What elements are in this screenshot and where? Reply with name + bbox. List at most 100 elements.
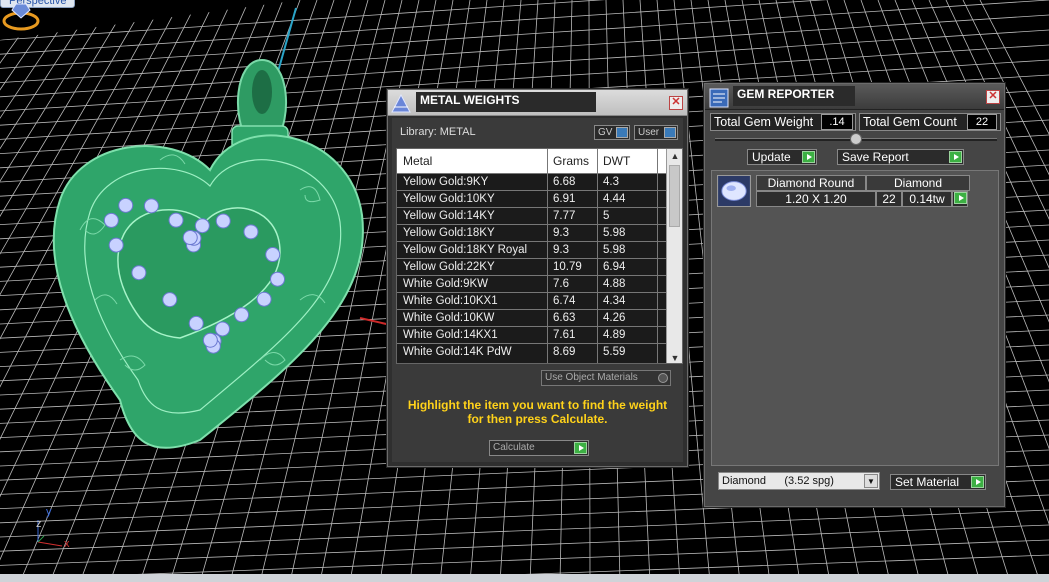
table-row[interactable]: Yellow Gold:18KY 9.3 5.98: [397, 224, 667, 241]
col-separator: [547, 149, 548, 363]
gv-toggle[interactable]: GV: [594, 125, 630, 140]
gem-list[interactable]: Diamond Round Diamond 1.20 X 1.20 22 0.1…: [711, 170, 999, 466]
gem-stone: [168, 212, 184, 228]
set-material-label: Set Material: [895, 475, 960, 489]
cell-metal: White Gold:14KX1: [403, 329, 498, 341]
total-gem-weight-label: Total Gem Weight: [714, 115, 814, 129]
gem-reporter-titlebar[interactable]: GEM REPORTER ✕: [705, 84, 1004, 110]
user-toggle-label: User: [638, 127, 660, 138]
gem-stone: [118, 197, 134, 213]
metal-table-scrollbar[interactable]: ▲ ▼: [666, 149, 682, 363]
table-row[interactable]: White Gold:10KX1 6.74 4.34: [397, 292, 667, 309]
col-dwt[interactable]: DWT: [603, 154, 630, 168]
cell-grams: 6.68: [553, 176, 576, 188]
gem-stone: [108, 237, 124, 253]
gem-stone: [215, 321, 231, 337]
calculate-button[interactable]: Calculate: [489, 440, 589, 456]
metal-table[interactable]: Metal Grams DWT Yellow Gold:9KY 6.68 4.3 Ye…: [396, 148, 683, 364]
ring-logo-icon[interactable]: [0, 0, 42, 32]
heart-pendant-model[interactable]: [52, 58, 364, 449]
cell-grams: 6.74: [553, 295, 576, 307]
table-row[interactable]: Yellow Gold:14KY 7.77 5: [397, 207, 667, 224]
metal-weights-titlebar[interactable]: METAL WEIGHTS ✕: [388, 90, 687, 116]
cell-grams: 9.3: [553, 227, 569, 239]
status-bar: [0, 574, 1049, 582]
play-icon: [949, 151, 962, 163]
table-row[interactable]: Yellow Gold:10KY 6.91 4.44: [397, 190, 667, 207]
axis-z-label: z: [36, 518, 42, 530]
gem-reporter-window[interactable]: GEM REPORTER ✕ Total Gem Weight .14 Tota…: [704, 83, 1005, 507]
cell-dwt: 5.98: [603, 227, 626, 239]
update-button[interactable]: Update: [747, 149, 817, 165]
close-icon[interactable]: ✕: [986, 90, 1000, 104]
cell-metal: Yellow Gold:9KY: [403, 176, 489, 188]
table-row[interactable]: White Gold:14KX1 7.61 4.89: [397, 326, 667, 343]
cell-dwt: 4.3: [603, 176, 619, 188]
table-row[interactable]: Yellow Gold:22KY 10.79 6.94: [397, 258, 667, 275]
col-grams[interactable]: Grams: [553, 154, 589, 168]
round-diamond-icon: [717, 175, 751, 207]
play-icon: [574, 442, 587, 454]
metal-weights-window[interactable]: METAL WEIGHTS ✕ Library: METAL GV User M…: [387, 89, 688, 467]
table-row[interactable]: White Gold:14K PdW 8.69 5.59: [397, 343, 667, 360]
cell-metal: Yellow Gold:18KY Royal: [403, 244, 528, 256]
table-row[interactable]: White Gold:9KW 7.6 4.88: [397, 275, 667, 292]
cell-metal: White Gold:10KW: [403, 312, 495, 324]
calculate-hint: Highlight the item you want to find the …: [392, 398, 683, 426]
set-material-button[interactable]: Set Material: [890, 474, 986, 490]
cell-dwt: 4.89: [603, 329, 626, 341]
gem-row-go-button[interactable]: [952, 191, 968, 207]
close-icon[interactable]: ✕: [669, 96, 683, 110]
chevron-down-icon[interactable]: ▼: [864, 474, 878, 488]
scroll-down-icon[interactable]: ▼: [667, 351, 682, 363]
cell-grams: 6.63: [553, 312, 576, 324]
cell-dwt: 6.94: [603, 261, 626, 273]
metal-table-header: Metal Grams DWT: [397, 149, 667, 173]
user-toggle[interactable]: User: [634, 125, 678, 140]
axis-gizmo: [37, 520, 63, 547]
cell-dwt: 4.88: [603, 278, 626, 290]
use-object-materials-toggle[interactable]: Use Object Materials: [541, 370, 671, 386]
col-metal[interactable]: Metal: [403, 154, 432, 168]
cell-metal: Yellow Gold:22KY: [403, 261, 495, 273]
save-report-label: Save Report: [842, 150, 909, 164]
cell-metal: Yellow Gold:18KY: [403, 227, 495, 239]
save-report-button[interactable]: Save Report: [837, 149, 964, 165]
table-row[interactable]: Yellow Gold:18KY Royal 9.3 5.98: [397, 241, 667, 258]
gem-material: Diamond: [866, 175, 970, 191]
gem-stone: [143, 198, 159, 214]
scroll-up-icon[interactable]: ▲: [667, 149, 682, 163]
play-icon: [954, 192, 967, 204]
table-row[interactable]: Yellow Gold:9KY 6.68 4.3: [397, 173, 667, 190]
hint-line-2: for then press Calculate.: [467, 412, 608, 426]
library-label: Library: METAL: [400, 126, 476, 138]
splitter-knob-icon[interactable]: [850, 133, 862, 145]
gem-stone: [234, 307, 250, 323]
cell-grams: 7.6: [553, 278, 569, 290]
play-icon: [802, 151, 815, 163]
scale-icon: [391, 93, 411, 113]
metal-weights-title: METAL WEIGHTS: [416, 92, 596, 112]
use-object-materials-label: Use Object Materials: [545, 372, 638, 383]
cell-dwt: 4.26: [603, 312, 626, 324]
scroll-thumb[interactable]: [669, 165, 680, 227]
cell-dwt: 4.34: [603, 295, 626, 307]
material-select-value: Diamond (3.52 spg): [722, 475, 834, 487]
cell-dwt: 5: [603, 210, 610, 222]
report-icon: [709, 88, 729, 108]
table-row[interactable]: White Gold:10KW 6.63 4.26: [397, 309, 667, 326]
material-select[interactable]: Diamond (3.52 spg) ▼: [718, 472, 880, 490]
cell-grams: 7.61: [553, 329, 576, 341]
cell-dwt: 5.59: [603, 346, 626, 358]
metal-weights-body: Library: METAL GV User Metal Grams DWT Y…: [392, 118, 683, 462]
cell-metal: White Gold:9KW: [403, 278, 488, 290]
total-gem-weight-value: .14: [821, 114, 853, 130]
gem-stone: [270, 271, 286, 287]
cell-metal: Yellow Gold:10KY: [403, 193, 495, 205]
hint-line-1: Highlight the item you want to find the …: [407, 398, 668, 412]
gem-stone: [188, 315, 204, 331]
cell-grams: 6.91: [553, 193, 576, 205]
cell-dwt: 4.44: [603, 193, 626, 205]
cell-metal: White Gold:14K PdW: [403, 346, 512, 358]
axis-x-label: x: [64, 538, 70, 550]
